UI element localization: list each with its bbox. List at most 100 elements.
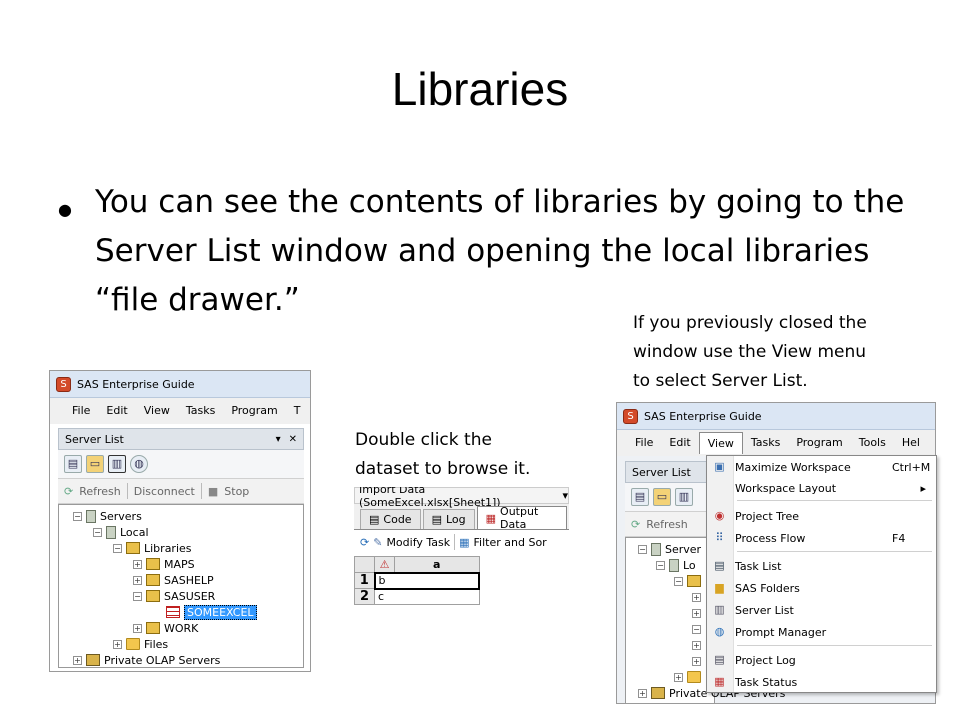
server-list-icon[interactable]: ▥ bbox=[675, 488, 693, 506]
library-icon bbox=[146, 622, 160, 634]
tree-row-selected[interactable]: SOMEEXCEL bbox=[59, 604, 303, 620]
menu-tools[interactable]: T bbox=[286, 400, 309, 422]
stop-button[interactable]: Stop bbox=[224, 485, 249, 498]
menu-item-workspace-layout[interactable]: Workspace Layout ▸ bbox=[707, 478, 936, 498]
refresh-icon[interactable]: ⟳ bbox=[360, 536, 369, 549]
refresh-button[interactable]: Refresh bbox=[79, 485, 121, 498]
view-menu-dropdown: ▣ Maximize Workspace Ctrl+M Workspace La… bbox=[706, 455, 937, 693]
tree-row[interactable]: + MAPS bbox=[59, 556, 303, 572]
menu-item-maximize-workspace[interactable]: ▣ Maximize Workspace Ctrl+M bbox=[707, 457, 936, 477]
tree-row[interactable]: + bbox=[626, 589, 714, 605]
menu-help[interactable]: Hel bbox=[894, 432, 928, 454]
collapse-icon[interactable]: − bbox=[674, 576, 683, 586]
menu-tasks[interactable]: Tasks bbox=[743, 432, 788, 454]
tab-output-data[interactable]: ▦ Output Data bbox=[476, 505, 567, 531]
menu-tools[interactable]: Tools bbox=[851, 432, 894, 454]
server-add-icon[interactable]: ▤ bbox=[631, 488, 649, 506]
menu-item-label: Task Status bbox=[735, 675, 798, 689]
collapse-icon[interactable]: − bbox=[113, 543, 122, 553]
menu-edit[interactable]: Edit bbox=[661, 432, 698, 454]
expand-icon[interactable]: + bbox=[113, 639, 122, 649]
tree-row[interactable]: − Libraries bbox=[59, 540, 303, 556]
expand-icon[interactable]: + bbox=[692, 640, 701, 650]
column-header[interactable]: a bbox=[394, 556, 480, 573]
grid-cell[interactable]: b bbox=[373, 571, 480, 590]
tree-row[interactable]: + Private OLAP Servers bbox=[626, 685, 785, 701]
tab-log[interactable]: ▤ Log bbox=[422, 509, 475, 529]
menu-item-project-tree[interactable]: ◉ Project Tree bbox=[707, 506, 936, 526]
expand-icon[interactable]: + bbox=[73, 655, 82, 665]
expand-icon[interactable]: + bbox=[692, 608, 701, 618]
collapse-icon[interactable]: − bbox=[638, 544, 647, 554]
menu-tasks[interactable]: Tasks bbox=[178, 400, 223, 422]
tree-row[interactable]: + SASHELP bbox=[59, 572, 303, 588]
modify-task-button[interactable]: Modify Task bbox=[386, 536, 450, 549]
expand-icon[interactable]: + bbox=[133, 623, 142, 633]
menu-item-project-log[interactable]: ▤ Project Log bbox=[707, 650, 936, 670]
server-list-icon: ▥ bbox=[714, 603, 725, 616]
tree-row[interactable]: + WORK bbox=[59, 620, 303, 636]
separator bbox=[126, 483, 128, 499]
expand-icon[interactable]: + bbox=[692, 592, 701, 602]
tree-row[interactable]: + bbox=[626, 653, 714, 669]
blank-icon bbox=[712, 481, 727, 495]
chevron-down-icon[interactable]: ▾ bbox=[562, 489, 568, 502]
grid-cell[interactable]: c bbox=[374, 588, 480, 605]
libraries-icon bbox=[687, 575, 701, 587]
tree-row[interactable]: − Local bbox=[59, 524, 303, 540]
disconnect-button[interactable]: Disconnect bbox=[134, 485, 195, 498]
tree-row[interactable]: + bbox=[626, 669, 714, 685]
menu-view[interactable]: View bbox=[136, 400, 178, 422]
pane-toolbar: ▤ ▭ ▥ ◍ bbox=[58, 450, 304, 478]
refresh-button[interactable]: Refresh bbox=[646, 518, 688, 531]
collapse-icon[interactable]: − bbox=[656, 560, 665, 570]
globe-icon[interactable]: ◍ bbox=[130, 455, 148, 473]
refresh-icon: ⟳ bbox=[64, 484, 74, 498]
collapse-icon[interactable]: − bbox=[73, 511, 82, 521]
collapse-icon[interactable]: − bbox=[93, 527, 102, 537]
olap-server-icon bbox=[651, 687, 665, 699]
tree-row[interactable]: + Private OLAP Servers bbox=[59, 652, 303, 668]
menu-program[interactable]: Program bbox=[223, 400, 285, 422]
data-toolbar: ⟳ ✎ Modify Task ▦ Filter and Sor bbox=[354, 530, 569, 554]
expand-icon[interactable]: + bbox=[638, 688, 647, 698]
menu-file[interactable]: File bbox=[64, 400, 98, 422]
menu-view[interactable]: View bbox=[698, 432, 743, 454]
menu-item-process-flow[interactable]: ⠿ Process Flow F4 bbox=[707, 528, 936, 548]
close-icon[interactable]: ✕ bbox=[289, 434, 297, 445]
tree-row[interactable]: − SASUSER bbox=[59, 588, 303, 604]
expand-icon[interactable]: + bbox=[692, 656, 701, 666]
expand-icon[interactable]: + bbox=[133, 559, 142, 569]
menu-file[interactable]: File bbox=[627, 432, 661, 454]
collapse-icon[interactable]: − bbox=[692, 624, 701, 634]
process-flow-icon: ⠿ bbox=[715, 531, 724, 544]
menu-item-sas-folders[interactable]: ▆ SAS Folders bbox=[707, 578, 936, 598]
menu-item-prompt-manager[interactable]: ◍ Prompt Manager bbox=[707, 622, 936, 642]
menu-item-server-list[interactable]: ▥ Server List bbox=[707, 600, 936, 620]
expand-icon[interactable]: + bbox=[133, 575, 142, 585]
expand-icon[interactable]: + bbox=[674, 672, 683, 682]
tree-row[interactable]: + Files bbox=[59, 636, 303, 652]
menu-edit[interactable]: Edit bbox=[98, 400, 135, 422]
server-add-icon[interactable]: ▤ bbox=[64, 455, 82, 473]
tree-row[interactable]: + bbox=[626, 637, 714, 653]
menu-program[interactable]: Program bbox=[788, 432, 850, 454]
sas-app-icon: S bbox=[623, 408, 638, 424]
tree-row[interactable]: − Server bbox=[626, 541, 714, 557]
tree-row[interactable]: + bbox=[626, 605, 714, 621]
menu-item-task-list[interactable]: ▤ Task List bbox=[707, 556, 936, 576]
tab-code[interactable]: ▤ Code bbox=[360, 509, 421, 529]
import-data-bar[interactable]: Import Data (SomeExcel.xlsx[Sheet1]) ▾ bbox=[354, 487, 569, 509]
folder-icon bbox=[687, 671, 701, 683]
tree-row[interactable]: − bbox=[626, 573, 714, 589]
folder-icon[interactable]: ▭ bbox=[653, 488, 671, 506]
filter-sort-button[interactable]: Filter and Sor bbox=[474, 536, 547, 549]
menu-item-task-status[interactable]: ▦ Task Status bbox=[707, 672, 936, 692]
dropdown-arrow-icon[interactable]: ▾ bbox=[276, 434, 281, 445]
folder-icon[interactable]: ▭ bbox=[86, 455, 104, 473]
tree-row[interactable]: − Servers bbox=[59, 508, 303, 524]
tree-row[interactable]: − bbox=[626, 621, 714, 637]
tree-row[interactable]: − Lo bbox=[626, 557, 714, 573]
server-list-icon[interactable]: ▥ bbox=[108, 455, 126, 473]
collapse-icon[interactable]: − bbox=[133, 591, 142, 601]
